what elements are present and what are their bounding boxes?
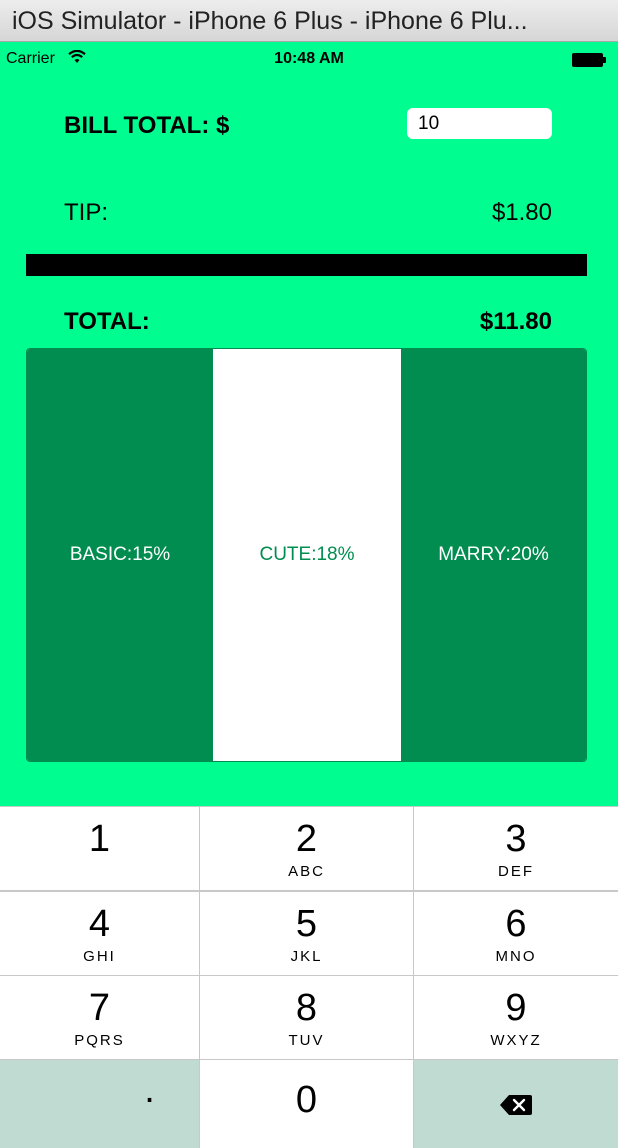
segment-cute[interactable]: CUTE:18% xyxy=(213,349,401,761)
key-9[interactable]: 9 WXYZ xyxy=(414,976,618,1059)
battery-icon xyxy=(572,53,606,67)
divider-bar xyxy=(26,254,587,276)
key-1-number: 1 xyxy=(88,818,111,860)
key-6-letters: MNO xyxy=(495,948,537,965)
app-screen: Carrier 10:48 AM BILL TOTAL: $ TIP: $1.8… xyxy=(0,42,618,1148)
bill-total-label: BILL TOTAL: $ xyxy=(64,112,230,139)
delete-key[interactable] xyxy=(414,1060,618,1148)
key-4-letters: GHI xyxy=(83,948,116,965)
decimal-point-key[interactable]: . xyxy=(0,1060,199,1148)
key-5-number: 5 xyxy=(295,903,318,945)
bill-total-input[interactable] xyxy=(407,108,552,139)
segment-basic-label: BASIC:15% xyxy=(69,544,171,565)
backspace-icon xyxy=(500,1095,532,1115)
tip-label: TIP: xyxy=(64,199,109,226)
status-bar: Carrier 10:48 AM xyxy=(0,42,618,74)
status-time: 10:48 AM xyxy=(274,50,344,67)
key-8[interactable]: 8 TUV xyxy=(200,976,413,1059)
key-2-letters: ABC xyxy=(288,863,325,880)
tip-percentage-segmented-control: BASIC:15% CUTE:18% MARRY:20% xyxy=(26,348,587,762)
key-0[interactable]: 0 xyxy=(200,1060,413,1148)
total-label: TOTAL: xyxy=(64,308,150,335)
segment-basic[interactable]: BASIC:15% xyxy=(27,349,213,761)
key-0-number: 0 xyxy=(295,1079,318,1121)
key-1[interactable]: 1 xyxy=(0,807,199,890)
key-2[interactable]: 2 ABC xyxy=(200,807,413,890)
segment-marry-label: MARRY:20% xyxy=(438,544,549,565)
key-6-number: 6 xyxy=(505,903,527,945)
key-8-number: 8 xyxy=(295,987,318,1029)
segment-cute-label: CUTE:18% xyxy=(259,544,355,565)
numeric-keypad: 1 2 ABC 3 DEF 4 GHI 5 JKL 6 MNO 7 PQRS 8… xyxy=(0,806,618,1148)
key-7-number: 7 xyxy=(88,987,111,1029)
key-7-letters: PQRS xyxy=(74,1032,125,1049)
key-3-number: 3 xyxy=(505,818,527,860)
key-4[interactable]: 4 GHI xyxy=(0,892,199,975)
simulator-title-bar: iOS Simulator - iPhone 6 Plus - iPhone 6… xyxy=(0,0,618,42)
key-4-number: 4 xyxy=(88,903,111,945)
key-3-letters: DEF xyxy=(498,863,534,880)
key-2-number: 2 xyxy=(295,818,318,860)
segment-marry[interactable]: MARRY:20% xyxy=(401,349,586,761)
key-6[interactable]: 6 MNO xyxy=(414,892,618,975)
key-8-letters: TUV xyxy=(288,1032,325,1049)
key-5[interactable]: 5 JKL xyxy=(200,892,413,975)
decimal-point-label: . xyxy=(144,1069,155,1111)
tip-value: $1.80 xyxy=(491,199,552,226)
key-7[interactable]: 7 PQRS xyxy=(0,976,199,1059)
key-9-letters: WXYZ xyxy=(490,1032,542,1049)
key-9-number: 9 xyxy=(505,987,527,1029)
key-5-letters: JKL xyxy=(290,948,323,965)
key-3[interactable]: 3 DEF xyxy=(414,807,618,890)
total-value: $11.80 xyxy=(479,308,552,335)
